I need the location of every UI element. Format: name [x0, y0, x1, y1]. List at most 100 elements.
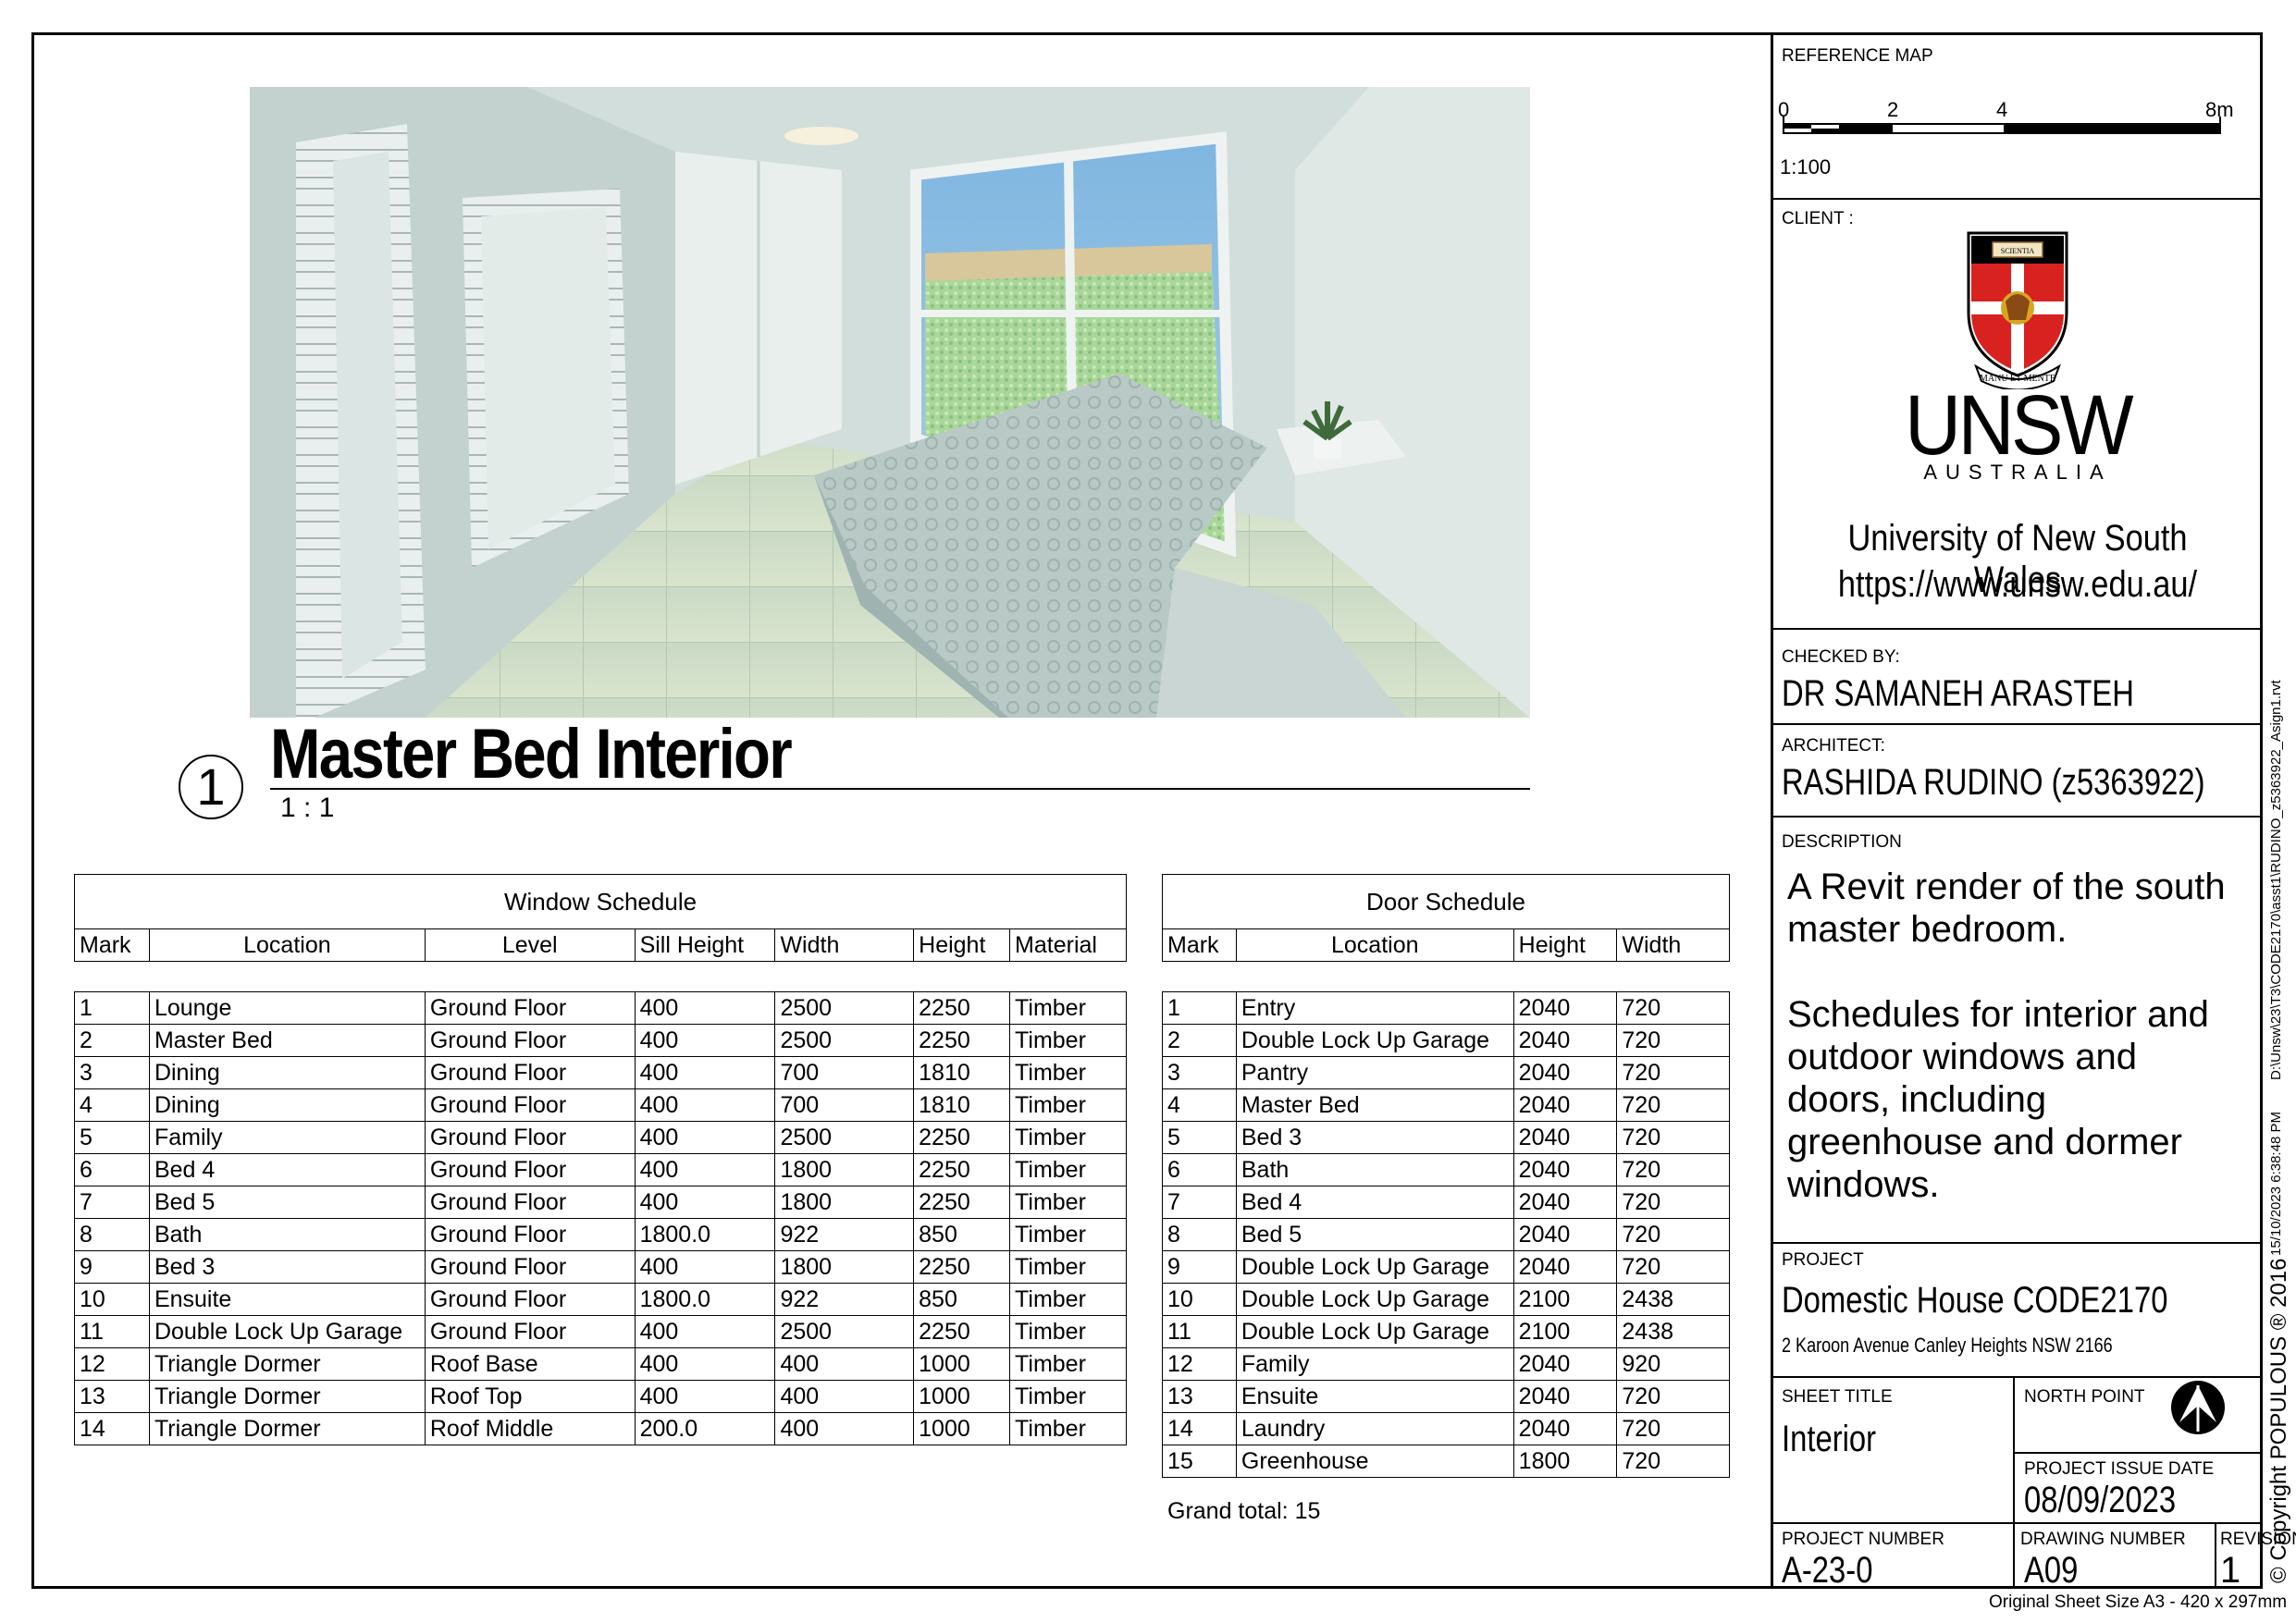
- window-schedule-header-height: Height: [913, 928, 1011, 962]
- scale-tick-2: 2: [1887, 98, 1899, 121]
- window-schedule-cell: Timber: [1009, 1380, 1127, 1413]
- window-schedule-cell: Dining: [148, 1056, 426, 1089]
- window-schedule-cell: 700: [774, 1088, 915, 1122]
- door-schedule-cell: 720: [1616, 1153, 1730, 1187]
- window-schedule-cell: Triangle Dormer: [148, 1380, 426, 1413]
- window-schedule-cell: Timber: [1009, 1121, 1127, 1154]
- north-point-label: NORTH POINT: [2024, 1387, 2145, 1407]
- door-schedule-cell: Bed 4: [1235, 1186, 1514, 1219]
- door-schedule-cell: 2100: [1512, 1283, 1618, 1316]
- window-schedule-cell: 2250: [913, 1186, 1011, 1219]
- scale-tick-0: 0: [1778, 98, 1790, 121]
- door-schedule-cell: 7: [1162, 1186, 1237, 1219]
- door-schedule-cell: 13: [1162, 1380, 1237, 1413]
- reference-map-label: REFERENCE MAP: [1782, 46, 1933, 66]
- unsw-crest-logo: SCIENTIA MANU ET MENTE: [1957, 227, 2078, 391]
- window-schedule-cell: Timber: [1009, 991, 1127, 1025]
- window-schedule-cell: 1800.0: [634, 1283, 776, 1316]
- window-schedule-cell: 1810: [913, 1088, 1011, 1122]
- window-schedule-cell: Timber: [1009, 1218, 1127, 1251]
- window-schedule-cell: Timber: [1009, 1056, 1127, 1089]
- window-schedule-cell: Ground Floor: [424, 1283, 636, 1316]
- door-schedule-cell: Bed 5: [1235, 1218, 1514, 1251]
- scale-tick-4: 4: [1996, 98, 2008, 121]
- window-schedule-cell: Ground Floor: [424, 1088, 636, 1122]
- door-schedule-cell: 720: [1616, 1056, 1730, 1089]
- window-schedule-header-width: Width: [774, 928, 915, 962]
- project-number-value: A-23-0: [1782, 1550, 1873, 1591]
- window-schedule-row: 6 Bed 4 Ground Floor 400 1800 2250 Timber: [74, 1153, 1127, 1187]
- door-schedule-cell: 2040: [1512, 1412, 1618, 1445]
- window-schedule-cell: Triangle Dormer: [148, 1412, 426, 1445]
- window-schedule-cell: Ground Floor: [424, 1218, 636, 1251]
- window-schedule-cell: 8: [74, 1218, 150, 1251]
- door-schedule-cell: 3: [1162, 1056, 1237, 1089]
- description-paragraph-2: Schedules for interior and outdoor windo…: [1787, 994, 2209, 1205]
- door-schedule-cell: 720: [1616, 1088, 1730, 1122]
- window-schedule-cell: 12: [74, 1347, 150, 1381]
- window-schedule-cell: Double Lock Up Garage: [148, 1315, 426, 1348]
- window-schedule-cell: 700: [774, 1056, 915, 1089]
- window-schedule-cell: Bed 4: [148, 1153, 426, 1187]
- window-schedule-cell: Dining: [148, 1088, 426, 1122]
- door-schedule-cell: 2438: [1616, 1315, 1730, 1348]
- door-schedule-cell: 2040: [1512, 1250, 1618, 1284]
- window-schedule-cell: 1000: [913, 1412, 1011, 1445]
- window-schedule-cell: 1000: [913, 1347, 1011, 1381]
- door-schedule-cell: Ensuite: [1235, 1380, 1514, 1413]
- window-schedule-cell: 2500: [774, 1315, 915, 1348]
- checked-by-label: CHECKED BY:: [1782, 647, 1900, 667]
- door-schedule-cell: 14: [1162, 1412, 1237, 1445]
- window-schedule-cell: Bath: [148, 1218, 426, 1251]
- view-scale: 1 : 1: [280, 793, 335, 823]
- master-bed-render-image: [250, 87, 1530, 718]
- door-schedule-header-width: Width: [1616, 928, 1730, 962]
- door-schedule-cell: 2040: [1512, 1121, 1618, 1154]
- window-schedule-cell: 5: [74, 1121, 150, 1154]
- door-schedule-row: 1 Entry 2040 720: [1162, 991, 1730, 1025]
- door-schedule-cell: 720: [1616, 1024, 1730, 1057]
- door-schedule-cell: 720: [1616, 1121, 1730, 1154]
- project-name: Domestic House CODE2170: [1782, 1280, 2168, 1321]
- door-schedule-row: 12 Family 2040 920: [1162, 1347, 1730, 1381]
- window-schedule-cell: 3: [74, 1056, 150, 1089]
- window-schedule-cell: 2250: [913, 1250, 1011, 1284]
- window-schedule-cell: Timber: [1009, 1153, 1127, 1187]
- window-schedule-cell: 2250: [913, 1153, 1011, 1187]
- door-schedule-row: 6 Bath 2040 720: [1162, 1153, 1730, 1187]
- door-schedule-row: 11 Double Lock Up Garage 2100 2438: [1162, 1315, 1730, 1348]
- door-schedule-cell: 5: [1162, 1121, 1237, 1154]
- door-schedule-cell: 2040: [1512, 1088, 1618, 1122]
- window-schedule-cell: 1800.0: [634, 1218, 776, 1251]
- revision-value: 1: [2219, 1550, 2241, 1591]
- door-schedule-header-location: Location: [1235, 928, 1514, 962]
- north-arrow-icon: [2168, 1378, 2228, 1437]
- door-schedule-row: 5 Bed 3 2040 720: [1162, 1121, 1730, 1154]
- window-schedule-cell: 2250: [913, 991, 1011, 1025]
- window-schedule-cell: Ground Floor: [424, 1315, 636, 1348]
- window-schedule-cell: 14: [74, 1412, 150, 1445]
- window-schedule-cell: 400: [634, 1024, 776, 1057]
- window-schedule-cell: Roof Middle: [424, 1412, 636, 1445]
- window-schedule-cell: Bed 5: [148, 1186, 426, 1219]
- window-schedule-cell: 400: [634, 1056, 776, 1089]
- door-schedule-cell: 1800: [1512, 1445, 1618, 1478]
- window-schedule-cell: Ground Floor: [424, 1056, 636, 1089]
- view-title: Master Bed Interior: [270, 715, 793, 793]
- window-schedule-cell: 400: [774, 1380, 915, 1413]
- door-schedule-row: 15 Greenhouse 1800 720: [1162, 1445, 1730, 1478]
- window-schedule-cell: Ensuite: [148, 1283, 426, 1316]
- window-schedule-header-level: Level: [424, 928, 636, 962]
- window-schedule-header-location: Location: [148, 928, 426, 962]
- window-schedule-row: 13 Triangle Dormer Roof Top 400 400 1000 Timbe…: [74, 1380, 1127, 1413]
- door-schedule-cell: Double Lock Up Garage: [1235, 1024, 1514, 1057]
- window-schedule-cell: Ground Floor: [424, 1186, 636, 1219]
- door-schedule-cell: 4: [1162, 1088, 1237, 1122]
- door-schedule-cell: 720: [1616, 1412, 1730, 1445]
- checked-by-value: DR SAMANEH ARASTEH: [1782, 673, 2134, 714]
- window-schedule-cell: 850: [913, 1283, 1011, 1316]
- door-schedule-cell: Pantry: [1235, 1056, 1514, 1089]
- architect-label: ARCHITECT:: [1782, 736, 1885, 756]
- door-schedule-cell: 920: [1616, 1347, 1730, 1381]
- client-url[interactable]: https://www.unsw.edu.au/: [1815, 564, 2221, 606]
